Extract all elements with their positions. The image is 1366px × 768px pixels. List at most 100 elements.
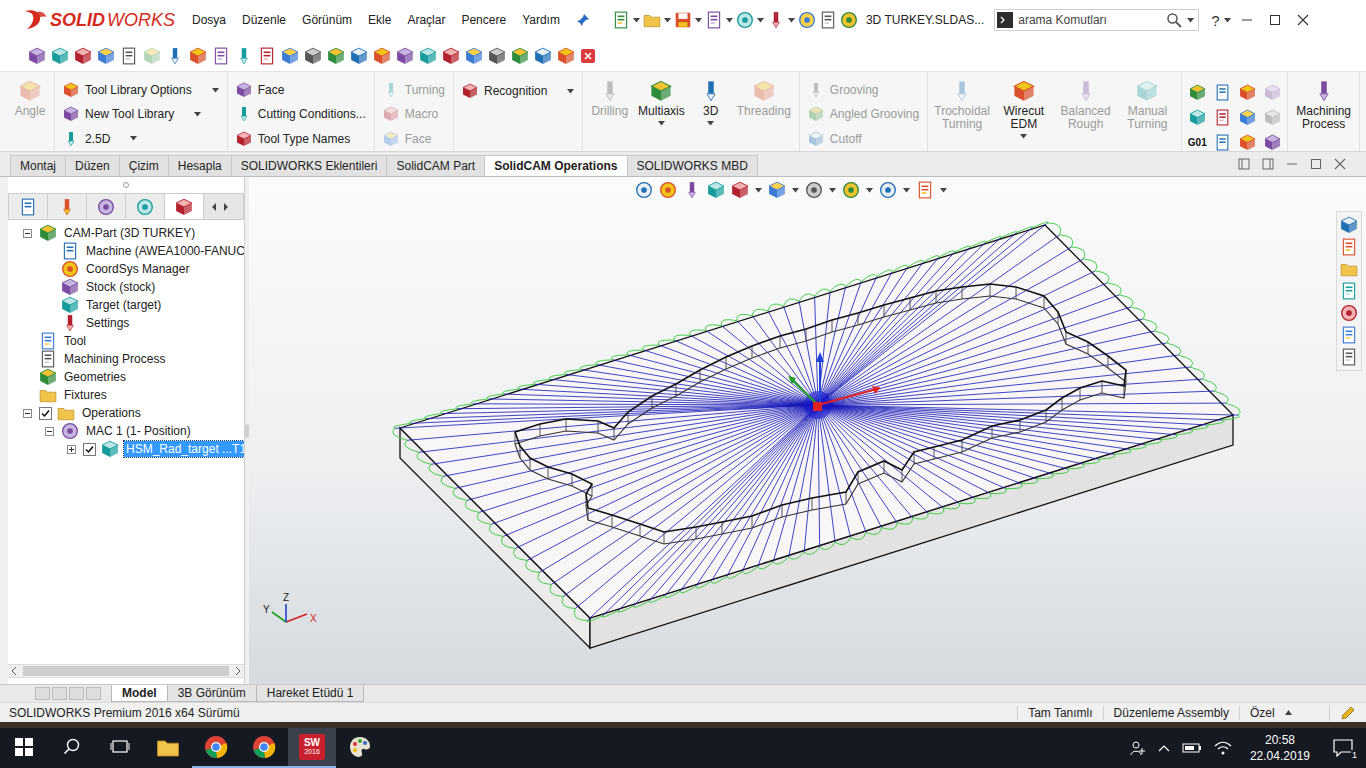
toolbar-icon[interactable] — [189, 47, 207, 65]
view-dropdown-icon[interactable] — [866, 188, 873, 193]
quick-dropdown-icon[interactable] — [664, 18, 671, 23]
ribbon-grid-cell[interactable] — [1236, 80, 1258, 104]
ribbon-small-button[interactable]: Tool Type Names — [236, 127, 351, 151]
paint-button[interactable] — [336, 728, 384, 768]
search-dropdown-icon[interactable] — [1187, 18, 1194, 23]
tree-checkbox[interactable] — [83, 443, 96, 456]
ribbon-small-button[interactable]: Recognition — [462, 78, 574, 104]
toolbar-icon[interactable] — [28, 47, 46, 65]
ribbon-dropdown-icon[interactable] — [212, 88, 219, 93]
toolbar-icon[interactable] — [304, 47, 322, 65]
tree-row[interactable]: Tool — [8, 332, 244, 350]
task-view-button[interactable] — [96, 728, 144, 768]
task-pane-icon[interactable] — [1340, 348, 1358, 366]
quick-dropdown-icon[interactable] — [633, 18, 640, 23]
ribbon-dropdown-icon[interactable] — [567, 89, 574, 94]
tree-expander[interactable] — [45, 427, 54, 436]
view-tool-icon[interactable] — [659, 181, 677, 199]
tree-row[interactable]: Settings — [8, 314, 244, 332]
toolbar-icon[interactable] — [488, 47, 506, 65]
chrome-button[interactable] — [240, 728, 288, 768]
quick-dropdown-icon[interactable] — [788, 18, 795, 23]
tree-row[interactable]: Operations — [8, 404, 244, 422]
help-button[interactable]: ? — [1211, 12, 1219, 29]
panel-handle[interactable] — [8, 177, 244, 193]
tile-right-icon[interactable] — [1262, 158, 1274, 170]
ribbon-grid-cell[interactable] — [1211, 80, 1233, 104]
toolbar-icon[interactable] — [143, 47, 161, 65]
toolbar-icon[interactable] — [166, 47, 184, 65]
ribbon-command-icon[interactable] — [1075, 80, 1097, 102]
ribbon-large-button[interactable]: Machining Process — [1292, 80, 1355, 131]
toolbar-icon[interactable] — [373, 47, 391, 65]
ribbon-command-icon[interactable] — [1013, 80, 1035, 102]
people-icon[interactable] — [1130, 740, 1146, 756]
toolbar-icon[interactable] — [534, 47, 552, 65]
command-search[interactable]: arama Komutları — [994, 9, 1199, 31]
tree-row[interactable]: Geometries — [8, 368, 244, 386]
model-tab[interactable]: Model — [111, 685, 168, 702]
arrow-right-icon[interactable] — [222, 202, 230, 212]
toolbar-icon[interactable] — [97, 47, 115, 65]
ribbon-grid-cell[interactable]: G01 — [1186, 130, 1208, 154]
tab-nav-button[interactable] — [86, 687, 101, 700]
view-tool-icon[interactable] — [635, 181, 653, 199]
toolbar-icon[interactable] — [419, 47, 437, 65]
tree-checkbox[interactable] — [39, 407, 52, 420]
command-tab[interactable]: Çizim — [119, 155, 169, 176]
toolbar-icon[interactable] — [74, 47, 92, 65]
ribbon-grid-icon[interactable] — [1264, 84, 1281, 101]
ribbon-dropdown[interactable] — [130, 136, 137, 141]
toolbar-icon[interactable] — [327, 47, 345, 65]
ribbon-command-icon[interactable] — [808, 82, 824, 98]
ribbon-dropdown-icon[interactable] — [130, 136, 137, 141]
ribbon-grid-icon[interactable] — [1264, 109, 1281, 126]
ribbon-command-icon[interactable] — [700, 80, 722, 102]
menu-item[interactable]: Düzenle — [234, 9, 294, 31]
ribbon-grid-cell[interactable] — [1261, 105, 1283, 129]
scroll-right-icon[interactable] — [235, 667, 241, 675]
command-tab[interactable]: Düzen — [65, 155, 120, 176]
tab-nav-button[interactable] — [69, 687, 84, 700]
toolbar-icon[interactable] — [51, 47, 69, 65]
view-dropdown-icon[interactable] — [903, 188, 910, 193]
scroll-thumb[interactable] — [23, 666, 229, 676]
model-tab[interactable]: 3B Görünüm — [167, 685, 257, 702]
panel-scrollbar[interactable] — [8, 664, 244, 678]
tree-row[interactable]: Machining Process — [8, 350, 244, 368]
ribbon-command-icon[interactable] — [1136, 80, 1158, 102]
ribbon-command-icon[interactable] — [63, 131, 79, 147]
toolbar-icon[interactable] — [258, 47, 276, 65]
task-pane-icon[interactable] — [1340, 282, 1358, 300]
explorer-button[interactable] — [144, 728, 192, 768]
ribbon-command-icon[interactable] — [383, 82, 399, 98]
tree-row[interactable]: Machine (AWEA1000-FANUC) — [8, 242, 244, 260]
tray-expand-icon[interactable] — [1158, 744, 1170, 752]
minimize-icon[interactable] — [1241, 14, 1253, 26]
tree-row[interactable]: MAC 1 (1- Position) — [8, 422, 244, 440]
ribbon-command-icon[interactable] — [650, 80, 672, 102]
ribbon-small-button[interactable]: 2.5D — [63, 127, 137, 151]
ribbon-dropdown[interactable] — [567, 89, 574, 94]
toolbar-icon[interactable] — [396, 47, 414, 65]
scroll-left-icon[interactable] — [11, 667, 17, 675]
search-icon[interactable] — [1166, 12, 1182, 28]
model-tab[interactable]: Hareket Etüdü 1 — [256, 685, 365, 702]
quick-access-icon[interactable] — [840, 11, 858, 29]
tree-row[interactable]: HSM_Rad_target ...T1 (1) — [8, 440, 244, 458]
view-tool-icon[interactable] — [731, 181, 749, 199]
tree-expander[interactable] — [23, 409, 32, 418]
ribbon-small-button[interactable]: Face — [236, 78, 285, 102]
tree-row[interactable]: Stock (stock) — [8, 278, 244, 296]
ribbon-grid-icon[interactable] — [1214, 84, 1231, 101]
tab-nav-button[interactable] — [35, 687, 50, 700]
command-tab[interactable]: SOLIDWORKS MBD — [627, 155, 758, 176]
maximize-icon[interactable] — [1310, 158, 1322, 170]
quick-access-icon[interactable] — [612, 11, 630, 29]
view-dropdown-icon[interactable] — [755, 188, 762, 193]
toolbar-icon[interactable] — [120, 47, 138, 65]
quick-access-icon[interactable] — [819, 11, 837, 29]
ribbon-command-icon[interactable] — [1313, 80, 1335, 102]
ribbon-grid-icon[interactable] — [1189, 109, 1206, 126]
ribbon-grid-icon[interactable] — [1264, 134, 1281, 151]
